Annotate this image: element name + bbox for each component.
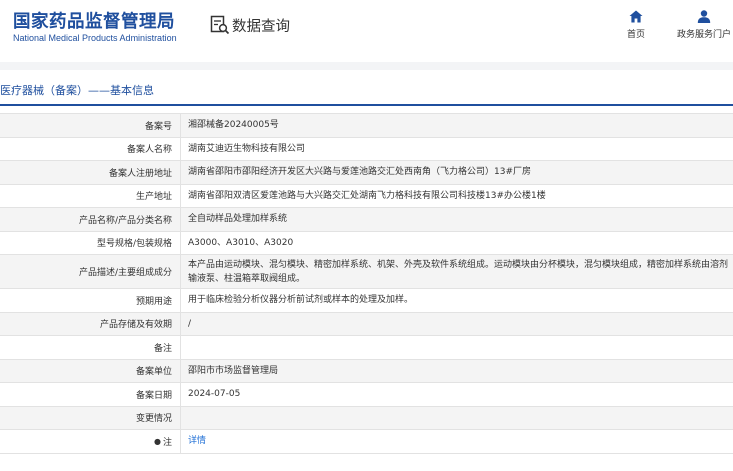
row-label: 备案日期 <box>0 383 181 406</box>
row-label: 产品描述/主要组成成分 <box>0 255 181 288</box>
row-label: 备案号 <box>0 114 181 137</box>
table-row: 备案人名称 湖南艾迪迈生物科技有限公司 <box>0 137 733 161</box>
row-label: 型号规格/包装规格 <box>0 231 181 254</box>
table-row: 产品存储及有效期 / <box>0 312 733 336</box>
table-row: 备注 <box>0 336 733 360</box>
logo-title-en[interactable]: National Medical Products Administration <box>13 33 177 43</box>
table-row: 产品名称/产品分类名称 全自动样品处理加样系统 <box>0 208 733 232</box>
table-row: 生产地址 湖南省邵阳双清区爱莲池路与大兴路交汇处湖南飞力格科技有限公司科技楼13… <box>0 184 733 208</box>
note-label-text: 注 <box>162 437 172 448</box>
details-link[interactable]: 详情 <box>181 430 733 453</box>
row-label: 产品存储及有效期 <box>0 312 181 335</box>
warning-icon: ● <box>154 436 161 446</box>
row-label: 备案人名称 <box>0 137 181 160</box>
table-row: 产品描述/主要组成成分 本产品由运动模块、混匀模块、精密加样系统、机架、外壳及软… <box>0 255 733 289</box>
table-row: 变更情况 <box>0 406 733 430</box>
table-row: ● 注 详情 <box>0 430 733 454</box>
home-icon <box>629 10 643 23</box>
row-label-note: ● 注 <box>0 430 181 453</box>
section-underline <box>0 104 733 106</box>
row-value: 本产品由运动模块、混匀模块、精密加样系统、机架、外壳及软件系统组成。运动模块由分… <box>188 259 729 284</box>
row-label: 备注 <box>0 336 181 359</box>
row-value: 湖南艾迪迈生物科技有限公司 <box>188 143 306 154</box>
nav-gov-service-label: 政务服务门户 <box>676 30 731 40</box>
header: 国家药品监督管理局 National Medical Products Admi… <box>0 0 733 62</box>
row-label: 备案单位 <box>0 359 181 382</box>
row-value: 湖南省邵阳双清区爱莲池路与大兴路交汇处湖南飞力格科技有限公司科技楼13#办公楼1… <box>188 190 546 201</box>
row-value: 湘邵械备20240005号 <box>188 120 279 131</box>
nav-gov-service-portal[interactable]: 政务服务门户 <box>672 10 733 40</box>
row-label: 备案人注册地址 <box>0 161 181 184</box>
data-query-icon <box>210 15 230 35</box>
header-divider <box>0 62 733 70</box>
row-label: 生产地址 <box>0 184 181 207</box>
detail-table: 备案号 湘邵械备20240005号 备案人名称 湖南艾迪迈生物科技有限公司 备案… <box>0 113 733 454</box>
row-value: 用于临床检验分析仪器分析前试剂或样本的处理及加样。 <box>188 295 414 306</box>
row-label: 产品名称/产品分类名称 <box>0 208 181 231</box>
row-value: 邵阳市市场监督管理局 <box>188 365 279 376</box>
row-value <box>181 336 733 359</box>
row-value: 2024-07-05 <box>188 389 241 400</box>
row-value: 全自动样品处理加样系统 <box>188 214 288 225</box>
logo-title-cn[interactable]: 国家药品监督管理局 <box>13 8 175 33</box>
table-row: 备案号 湘邵械备20240005号 <box>0 114 733 138</box>
table-row: 备案人注册地址 湖南省邵阳市邵阳经济开发区大兴路与爱莲池路交汇处西南角（飞力格公… <box>0 161 733 185</box>
row-value <box>181 407 733 430</box>
nav-home-label: 首页 <box>626 30 645 40</box>
table-row: 备案单位 邵阳市市场监督管理局 <box>0 359 733 383</box>
data-query-title: 数据查询 <box>232 19 290 35</box>
user-icon <box>697 10 711 23</box>
table-row: 备案日期 2024-07-05 <box>0 383 733 407</box>
section-title: 医疗器械（备案）——基本信息 <box>0 84 154 97</box>
table-row: 型号规格/包装规格 A3000、A3010、A3020 <box>0 231 733 255</box>
row-value: / <box>188 318 192 329</box>
row-value: A3000、A3010、A3020 <box>188 237 294 248</box>
table-row: 预期用途 用于临床检验分析仪器分析前试剂或样本的处理及加样。 <box>0 289 733 313</box>
row-label: 预期用途 <box>0 289 181 312</box>
nav-home[interactable]: 首页 <box>620 10 652 40</box>
row-label: 变更情况 <box>0 406 181 429</box>
row-value: 湖南省邵阳市邵阳经济开发区大兴路与爱莲池路交汇处西南角（飞力格公司）13#厂房 <box>188 167 531 178</box>
